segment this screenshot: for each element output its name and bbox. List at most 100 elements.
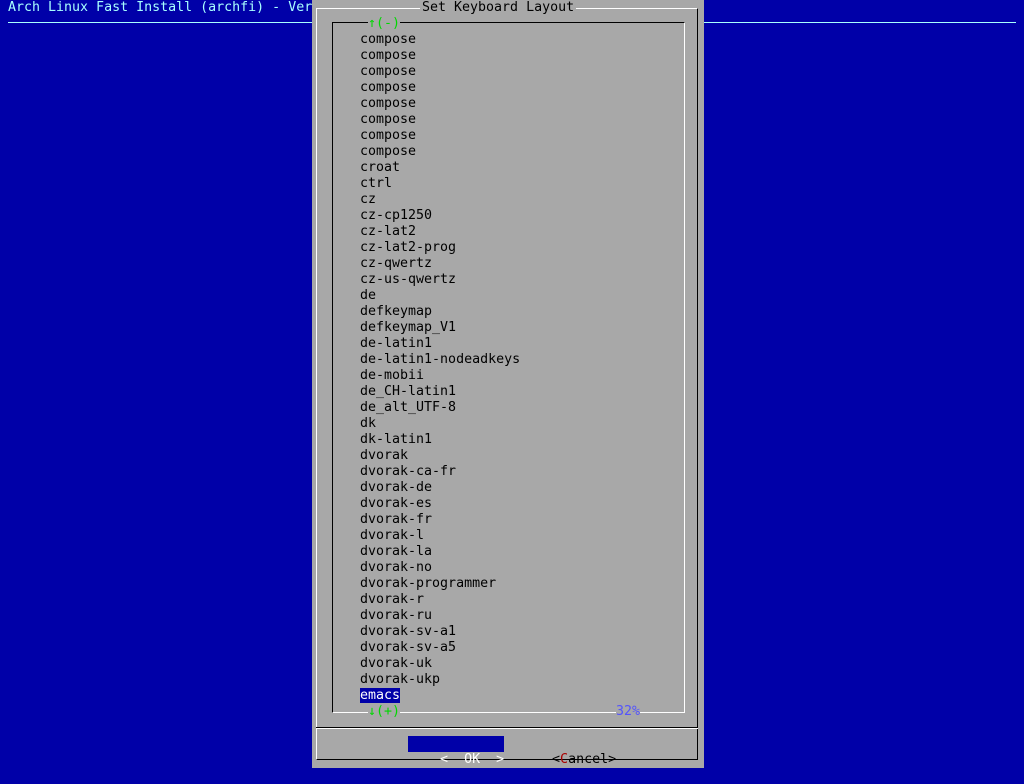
ok-button-space-left: [448, 752, 464, 767]
ok-button[interactable]: < OK >: [408, 736, 505, 767]
layout-list-item[interactable]: ctrl: [360, 176, 520, 192]
button-divider: [316, 727, 698, 729]
layout-list-item-label: cz-us-qwertz: [360, 272, 457, 287]
scroll-up-indicator[interactable]: ↑(-): [368, 16, 401, 32]
layout-list-item[interactable]: dvorak-de: [360, 480, 520, 496]
cancel-button-left-bracket: <: [552, 752, 561, 767]
layout-list-item[interactable]: cz-qwertz: [360, 256, 520, 272]
layout-list-item-label: de: [360, 288, 377, 303]
layout-list-item[interactable]: dvorak-sv-a1: [360, 624, 520, 640]
layout-list-item-label: dvorak-de: [360, 480, 433, 495]
layout-list-item[interactable]: dvorak-ca-fr: [360, 464, 520, 480]
layout-list-item-label: compose: [360, 64, 417, 79]
layout-list-item[interactable]: compose: [360, 144, 520, 160]
layout-list-item-selected[interactable]: emacs: [360, 688, 520, 704]
layout-list-item-label: croat: [360, 160, 401, 175]
layout-list-item-label: compose: [360, 80, 417, 95]
layout-list-item[interactable]: dvorak-l: [360, 528, 520, 544]
layout-list-item[interactable]: croat: [360, 160, 520, 176]
dialog-title: Set Keyboard Layout: [420, 0, 577, 16]
layout-list-item-label: compose: [360, 144, 417, 159]
layout-list-item-label: de-mobii: [360, 368, 425, 383]
layout-list-item-label: dvorak-ru: [360, 608, 433, 623]
cancel-button-hotkey: C: [560, 752, 569, 767]
layout-list-item[interactable]: dvorak-no: [360, 560, 520, 576]
layout-list-item-label: emacs: [360, 688, 401, 703]
layout-list-item[interactable]: de-mobii: [360, 368, 520, 384]
layout-list-item-label: dvorak-fr: [360, 512, 433, 527]
layout-list-item-label: dk-latin1: [360, 432, 433, 447]
layout-list-item[interactable]: de: [360, 288, 520, 304]
layout-list-item-label: compose: [360, 48, 417, 63]
layout-list-item-label: cz: [360, 192, 377, 207]
ok-button-right-bracket: >: [496, 752, 505, 767]
layout-list-item-label: cz-lat2: [360, 224, 417, 239]
layout-list-item[interactable]: cz-cp1250: [360, 208, 520, 224]
layout-list-item[interactable]: cz-lat2: [360, 224, 520, 240]
layout-list-item[interactable]: cz-us-qwertz: [360, 272, 520, 288]
layout-list-item-label: cz-qwertz: [360, 256, 433, 271]
cancel-button[interactable]: <Cancel>: [520, 736, 616, 767]
layout-list-item[interactable]: compose: [360, 112, 520, 128]
layout-list-item[interactable]: dk: [360, 416, 520, 432]
layout-list-item-label: de-latin1: [360, 336, 433, 351]
ok-button-space-right: [480, 752, 496, 767]
layout-list-item-label: dvorak: [360, 448, 409, 463]
layout-list-item[interactable]: dvorak: [360, 448, 520, 464]
layout-list-item[interactable]: dvorak-la: [360, 544, 520, 560]
layout-list-item[interactable]: dvorak-programmer: [360, 576, 520, 592]
layout-list-item-label: dvorak-l: [360, 528, 425, 543]
cancel-button-label: ancel: [568, 752, 609, 767]
layout-list-item-label: dvorak-r: [360, 592, 425, 607]
keyboard-layout-list[interactable]: compose compose compose compose compose compo…: [360, 32, 520, 704]
scroll-percentage: 32%: [616, 704, 641, 720]
layout-list-item[interactable]: dvorak-ukp: [360, 672, 520, 688]
layout-list-item-label: dvorak-uk: [360, 656, 433, 671]
layout-list-item[interactable]: defkeymap: [360, 304, 520, 320]
layout-list-item-label: de_CH-latin1: [360, 384, 457, 399]
layout-list-item-label: dvorak-ukp: [360, 672, 441, 687]
layout-list-item[interactable]: dvorak-r: [360, 592, 520, 608]
layout-list-item[interactable]: compose: [360, 32, 520, 48]
layout-list-item-label: compose: [360, 32, 417, 47]
layout-list-item[interactable]: dvorak-ru: [360, 608, 520, 624]
layout-list-item[interactable]: compose: [360, 48, 520, 64]
layout-list-item-label: cz-lat2-prog: [360, 240, 457, 255]
layout-list-item-label: compose: [360, 96, 417, 111]
layout-list-item-label: ctrl: [360, 176, 393, 191]
layout-list-item[interactable]: dk-latin1: [360, 432, 520, 448]
layout-list-item[interactable]: dvorak-fr: [360, 512, 520, 528]
layout-list-item[interactable]: de_alt_UTF-8: [360, 400, 520, 416]
ok-button-hotkey: O: [464, 752, 473, 767]
layout-list-item-label: de_alt_UTF-8: [360, 400, 457, 415]
layout-list-item[interactable]: cz-lat2-prog: [360, 240, 520, 256]
layout-list-item[interactable]: compose: [360, 80, 520, 96]
layout-list-item[interactable]: compose: [360, 128, 520, 144]
layout-list-item-label: cz-cp1250: [360, 208, 433, 223]
scroll-down-indicator[interactable]: ↓(+): [368, 704, 401, 720]
layout-list-item-label: dvorak-programmer: [360, 576, 497, 591]
layout-list-item-label: dvorak-sv-a5: [360, 640, 457, 655]
layout-list-item-label: dvorak-sv-a1: [360, 624, 457, 639]
ok-button-left-bracket: <: [440, 752, 449, 767]
layout-list-item-label: dvorak-es: [360, 496, 433, 511]
layout-list-item[interactable]: compose: [360, 64, 520, 80]
layout-list-item-label: dvorak-ca-fr: [360, 464, 457, 479]
layout-list-item[interactable]: defkeymap_V1: [360, 320, 520, 336]
layout-list-item-label: compose: [360, 128, 417, 143]
layout-list-item[interactable]: cz: [360, 192, 520, 208]
layout-list-item-label: defkeymap_V1: [360, 320, 457, 335]
layout-list-item[interactable]: de-latin1: [360, 336, 520, 352]
layout-list-item[interactable]: de_CH-latin1: [360, 384, 520, 400]
layout-list-item[interactable]: dvorak-es: [360, 496, 520, 512]
cancel-button-right-bracket: >: [608, 752, 617, 767]
layout-list-item[interactable]: de-latin1-nodeadkeys: [360, 352, 520, 368]
layout-list-item-label: de-latin1-nodeadkeys: [360, 352, 521, 367]
layout-list-item[interactable]: dvorak-uk: [360, 656, 520, 672]
layout-list-item[interactable]: compose: [360, 96, 520, 112]
layout-list-item-label: dvorak-no: [360, 560, 433, 575]
layout-list-item[interactable]: dvorak-sv-a5: [360, 640, 520, 656]
layout-list-item-label: defkeymap: [360, 304, 433, 319]
ok-button-label: K: [472, 752, 481, 767]
keyboard-layout-dialog: Set Keyboard Layout ↑(-) compose compose c…: [312, 0, 704, 768]
